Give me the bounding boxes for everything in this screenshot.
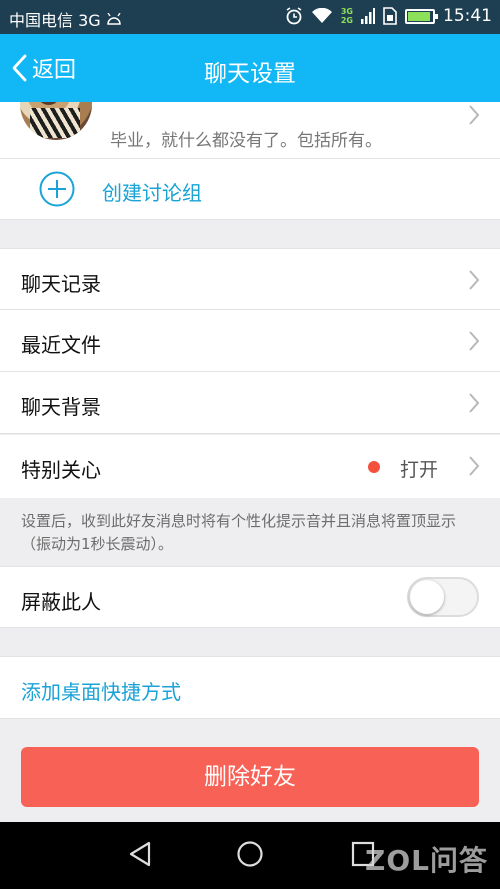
menu-item-label: 特别关心	[21, 458, 101, 482]
home-circle-icon[interactable]	[236, 840, 264, 868]
wifi-icon	[311, 8, 332, 23]
watermark: ZOL问答	[365, 844, 488, 877]
menu-item-label: 聊天背景	[21, 395, 101, 419]
block-user-label: 屏蔽此人	[21, 590, 101, 614]
status-bar: 中国电信 3G 3G 2G 15:41	[0, 0, 500, 34]
navigation-bar: ZOL问答	[0, 822, 500, 889]
add-desktop-shortcut-row[interactable]: 添加桌面快捷方式	[0, 656, 500, 719]
battery-level	[408, 11, 431, 21]
block-user-row: 屏蔽此人	[0, 566, 500, 628]
plus-circle-icon	[39, 171, 75, 207]
profile-row[interactable]: 毕业，就什么都没有了。包括所有。	[0, 102, 500, 159]
special-care-hint: 设置后，收到此好友消息时将有个性化提示音并且消息将置顶显示（振动为1秒长震动）。	[0, 498, 500, 566]
create-discussion-group-label: 创建讨论组	[102, 181, 202, 205]
avatar[interactable]	[20, 102, 92, 140]
android-icon	[106, 13, 121, 25]
create-discussion-group-row[interactable]: 创建讨论组	[0, 159, 500, 220]
back-triangle-icon[interactable]	[127, 840, 153, 868]
menu-item-label: 最近文件	[21, 333, 101, 357]
battery-icon	[405, 8, 438, 24]
network-type-indicator: 3G 2G	[340, 7, 353, 25]
title-bar: 返回 聊天设置	[0, 34, 500, 102]
toggle-knob	[410, 580, 444, 614]
signal-icon	[361, 8, 375, 24]
chevron-right-icon	[469, 393, 480, 413]
chevron-right-icon	[469, 331, 480, 351]
page-title: 聊天设置	[204, 61, 296, 87]
clock: 15:41	[443, 6, 492, 26]
chevron-right-icon	[469, 270, 480, 290]
block-user-toggle[interactable]	[407, 577, 479, 617]
menu-item-chat-background[interactable]: 聊天背景	[0, 372, 500, 434]
carrier-label: 中国电信 3G	[9, 11, 101, 30]
status-left: 中国电信 3G	[9, 7, 122, 31]
new-indicator-dot	[368, 461, 380, 473]
add-desktop-shortcut-label: 添加桌面快捷方式	[21, 680, 181, 704]
menu-item-special-care[interactable]: 特别关心 打开	[0, 435, 500, 498]
sim-card-icon	[383, 7, 397, 25]
special-care-value: 打开	[400, 459, 439, 481]
delete-friend-button[interactable]: 删除好友	[21, 747, 479, 807]
menu-item-label: 聊天记录	[21, 272, 101, 296]
profile-signature: 毕业，就什么都没有了。包括所有。	[110, 131, 382, 151]
alarm-icon	[286, 7, 302, 25]
menu-item-chat-history[interactable]: 聊天记录	[0, 248, 500, 310]
menu-item-recent-files[interactable]: 最近文件	[0, 310, 500, 372]
chevron-right-icon	[469, 456, 480, 476]
status-right: 3G 2G 15:41	[285, 6, 492, 26]
chevron-right-icon	[469, 105, 480, 125]
